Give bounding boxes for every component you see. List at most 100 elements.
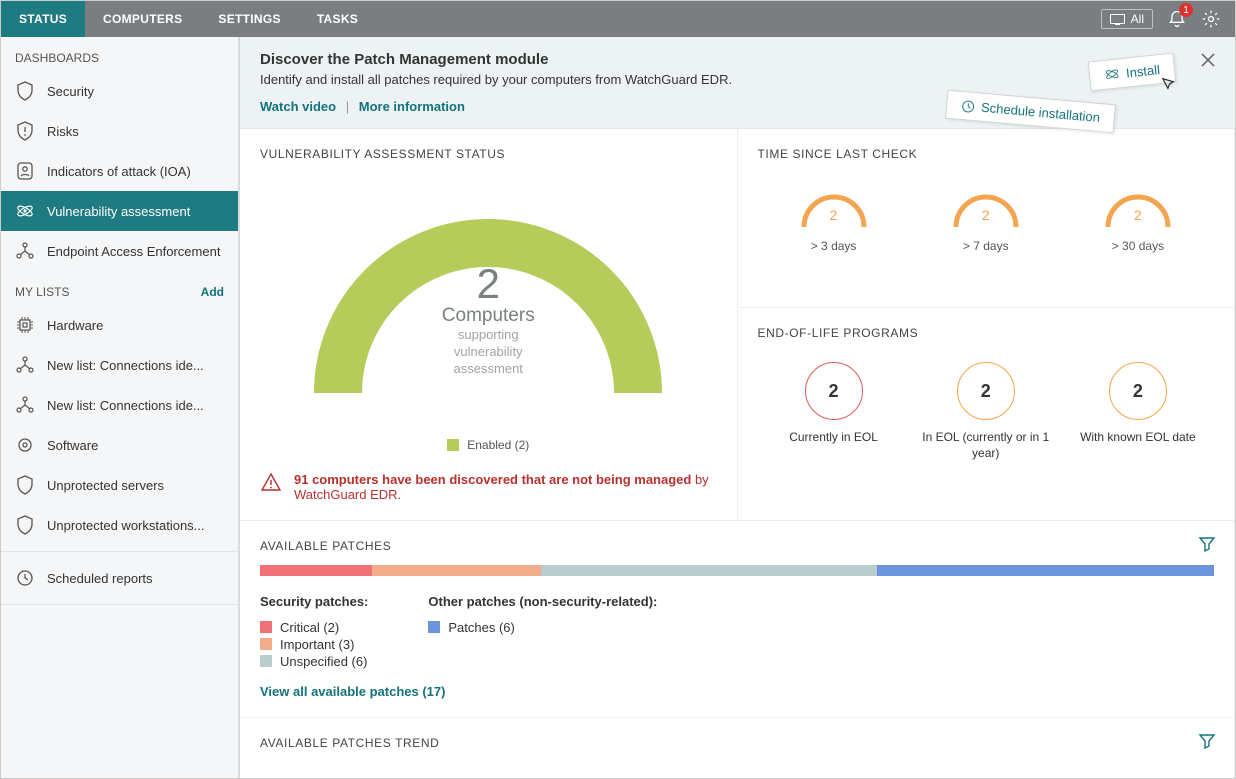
patch-legend-item[interactable]: Unspecified (6) — [260, 653, 368, 670]
sidebar-item-label: Scheduled reports — [47, 571, 153, 586]
sidebar-item-label: Security — [47, 84, 94, 99]
eol-item[interactable]: 2In EOL (currently or in 1 year) — [910, 362, 1061, 461]
monitor-icon — [1110, 14, 1125, 25]
sidebar-item-label: Indicators of attack (IOA) — [47, 164, 191, 179]
cursor-icon — [1161, 75, 1179, 93]
sidebar-item-vulnerability[interactable]: Vulnerability assessment — [1, 191, 238, 231]
ring-icon — [15, 435, 35, 455]
banner-subtitle: Identify and install all patches require… — [260, 72, 1215, 87]
seg-important — [372, 565, 540, 576]
shield-icon — [15, 81, 35, 101]
patches-bar[interactable] — [260, 565, 1214, 576]
sidebar-item-label: Endpoint Access Enforcement — [47, 244, 220, 259]
other-patches-heading: Other patches (non-security-related): — [428, 594, 657, 609]
atom-icon — [1103, 65, 1121, 83]
sidebar-item-unprotected-workstations[interactable]: Unprotected workstations... — [1, 505, 238, 545]
sidebar-item-endpoint[interactable]: Endpoint Access Enforcement — [1, 231, 238, 271]
sidebar-item-scheduled-reports[interactable]: Scheduled reports — [1, 558, 238, 598]
sidebar-item-risks[interactable]: Risks — [1, 111, 238, 151]
funnel-icon — [1198, 535, 1216, 553]
time-item[interactable]: 2 > 3 days — [794, 181, 874, 253]
sidebar-item-label: Risks — [47, 124, 79, 139]
patch-legend-item[interactable]: Critical (2) — [260, 619, 368, 636]
warning-shield-icon — [15, 121, 35, 141]
panel-title: VULNERABILITY ASSESSMENT STATUS — [260, 147, 717, 161]
settings-button[interactable] — [1201, 9, 1221, 29]
gear-icon — [1201, 9, 1221, 29]
notifications-button[interactable]: 1 — [1167, 9, 1187, 29]
time-since-check-panel: TIME SINCE LAST CHECK 2 > 3 days 2 > 7 d… — [738, 129, 1236, 308]
sidebar-item-connections1[interactable]: New list: Connections ide... — [1, 345, 238, 385]
eol-item[interactable]: 2Currently in EOL — [758, 362, 909, 461]
arc-icon — [794, 181, 874, 231]
cpu-icon — [15, 315, 35, 335]
eol-panel: END-OF-LIFE PROGRAMS 2Currently in EOL 2… — [738, 308, 1236, 520]
sidebar-item-label: Software — [47, 438, 98, 453]
warning-icon — [260, 472, 282, 492]
tab-settings[interactable]: SETTINGS — [200, 1, 298, 37]
arc-icon — [1098, 181, 1178, 231]
seg-critical — [260, 565, 372, 576]
sidebar-item-label: New list: Connections ide... — [47, 358, 204, 373]
banner-close-button[interactable] — [1199, 51, 1217, 69]
promo-banner: Discover the Patch Management module Ide… — [240, 37, 1235, 129]
tab-status[interactable]: STATUS — [1, 1, 85, 37]
sidebar-item-hardware[interactable]: Hardware — [1, 305, 238, 345]
tab-tasks[interactable]: TASKS — [299, 1, 376, 37]
sidebar: DASHBOARDS Security Risks Indicators of … — [1, 37, 240, 778]
eol-item[interactable]: 2With known EOL date — [1063, 362, 1214, 461]
sidebar-item-unprotected-servers[interactable]: Unprotected servers — [1, 465, 238, 505]
sidebar-item-connections2[interactable]: New list: Connections ide... — [1, 385, 238, 425]
filter-button[interactable] — [1198, 732, 1216, 750]
main-content: Discover the Patch Management module Ide… — [240, 37, 1235, 778]
sidebar-item-software[interactable]: Software — [1, 425, 238, 465]
attacker-icon — [15, 161, 35, 181]
shield-icon — [15, 515, 35, 535]
arc-icon — [946, 181, 1026, 231]
time-item[interactable]: 2 > 7 days — [946, 181, 1026, 253]
sidebar-item-ioa[interactable]: Indicators of attack (IOA) — [1, 151, 238, 191]
banner-title: Discover the Patch Management module — [260, 51, 1215, 68]
clock-icon — [960, 98, 975, 113]
gauge-value: 2 — [442, 263, 535, 305]
unmanaged-warning[interactable]: 91 computers have been discovered that a… — [260, 472, 717, 502]
gauge-legend[interactable]: Enabled (2) — [447, 438, 529, 452]
filter-button[interactable] — [1198, 535, 1216, 553]
sidebar-item-label: Vulnerability assessment — [47, 204, 190, 219]
sidebar-section-dashboards: DASHBOARDS — [1, 37, 238, 71]
vulnerability-panel: VULNERABILITY ASSESSMENT STATUS 2 Comput… — [240, 129, 738, 521]
sidebar-item-security[interactable]: Security — [1, 71, 238, 111]
add-list-button[interactable]: Add — [201, 285, 224, 299]
promo-schedule-card: Schedule installation — [945, 90, 1116, 134]
security-patches-heading: Security patches: — [260, 594, 368, 609]
more-info-link[interactable]: More information — [359, 99, 465, 114]
time-item[interactable]: 2 > 30 days — [1098, 181, 1178, 253]
sidebar-section-mylists: MY LISTS — [15, 285, 69, 299]
view-all-patches-link[interactable]: View all available patches (17) — [260, 684, 445, 699]
panel-title: AVAILABLE PATCHES — [260, 539, 1214, 553]
funnel-icon — [1198, 732, 1216, 750]
nav-tabs: STATUS COMPUTERS SETTINGS TASKS — [1, 1, 376, 37]
legend-swatch — [447, 439, 459, 451]
notification-badge: 1 — [1179, 3, 1193, 17]
network-icon — [15, 395, 35, 415]
panel-title: TIME SINCE LAST CHECK — [758, 147, 1215, 161]
atom-icon — [15, 201, 35, 221]
patch-legend-item[interactable]: Important (3) — [260, 636, 368, 653]
sidebar-item-label: Unprotected servers — [47, 478, 164, 493]
patch-legend-item[interactable]: Patches (6) — [428, 619, 657, 636]
top-nav: STATUS COMPUTERS SETTINGS TASKS All 1 — [1, 1, 1235, 37]
close-icon — [1199, 51, 1217, 69]
network-icon — [15, 355, 35, 375]
seg-other — [877, 565, 1214, 576]
sidebar-item-label: Unprotected workstations... — [47, 518, 205, 533]
sidebar-item-label: New list: Connections ide... — [47, 398, 204, 413]
tab-computers[interactable]: COMPUTERS — [85, 1, 200, 37]
panel-title: END-OF-LIFE PROGRAMS — [758, 326, 1215, 340]
available-patches-panel: AVAILABLE PATCHES Security patches: Crit… — [240, 521, 1235, 718]
sidebar-item-label: Hardware — [47, 318, 103, 333]
watch-video-link[interactable]: Watch video — [260, 99, 336, 114]
patches-trend-panel: AVAILABLE PATCHES TREND — [240, 718, 1235, 778]
scope-selector[interactable]: All — [1101, 9, 1153, 29]
gauge-label: Computers — [442, 305, 535, 327]
